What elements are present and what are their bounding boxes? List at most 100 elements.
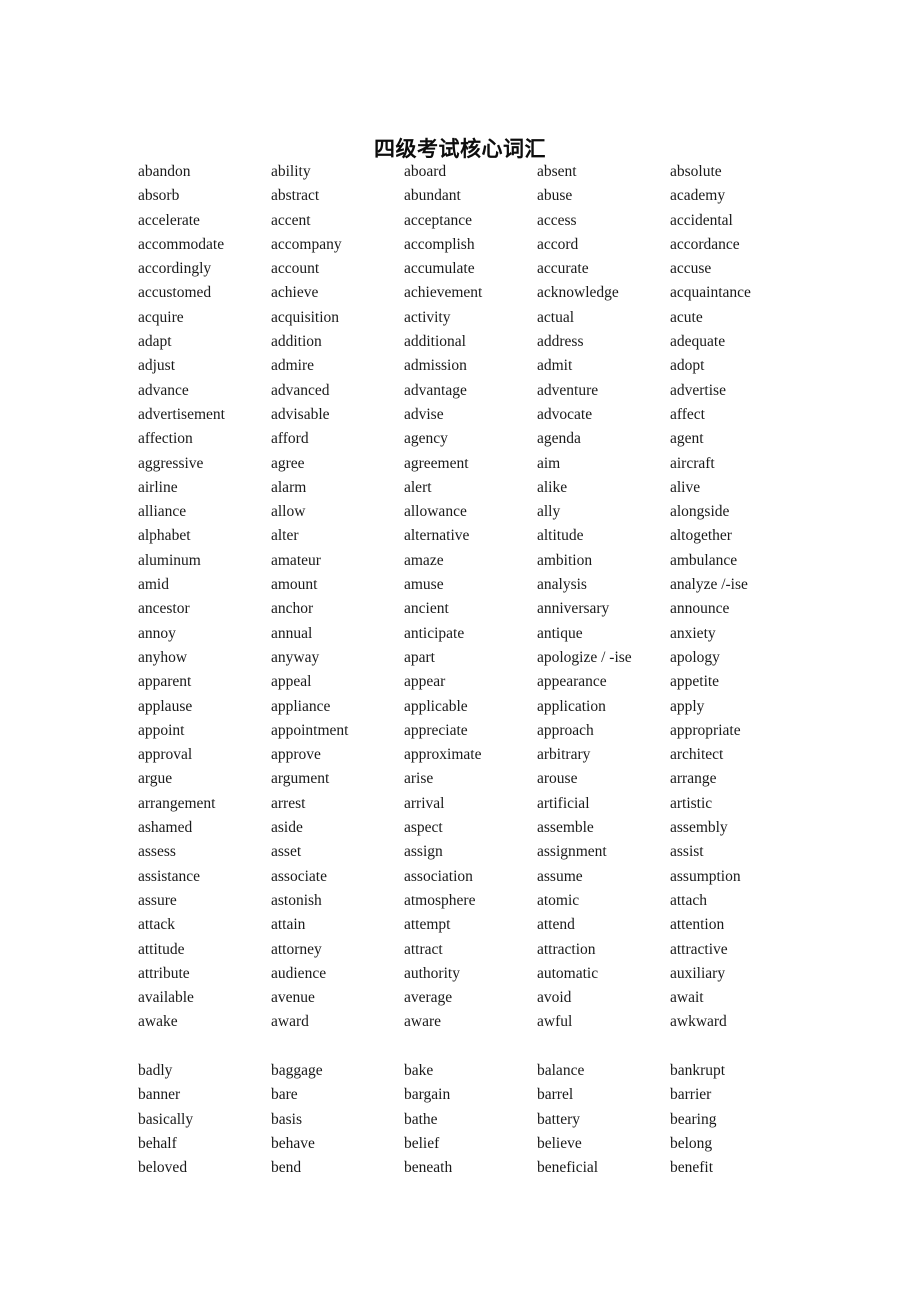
word-row: ashamed aside aspect assemble assembly (138, 816, 838, 840)
vocabulary-word: baggage (271, 1061, 323, 1079)
vocabulary-word: abandon (138, 163, 191, 180)
vocabulary-word: assign (404, 843, 443, 861)
word-row: amid amount amuse analysis analyze /-ise (138, 573, 838, 597)
word-row: arrangement arrest arrival artificial artist… (138, 792, 838, 816)
word-row: acquire acquisition activity actual acute (138, 306, 838, 330)
vocabulary-word: adjust (138, 357, 176, 375)
vocabulary-section-a: abandon ability aboard absent absolute absorb… (138, 160, 838, 1035)
vocabulary-word: attend (537, 916, 575, 934)
word-row: ancestor anchor ancient anniversary announce (138, 597, 838, 621)
word-row: applause appliance applicable application ap… (138, 695, 838, 719)
vocabulary-word: account (271, 260, 320, 278)
vocabulary-word: absolute (670, 163, 722, 180)
word-row: badly baggage bake balance bankrupt (138, 1059, 838, 1083)
vocabulary-word: advisable (271, 405, 330, 423)
vocabulary-word: barrel (537, 1086, 574, 1104)
vocabulary-word: advantage (404, 381, 467, 399)
vocabulary-word: apologize / -ise (537, 648, 632, 666)
vocabulary-word: activity (404, 308, 451, 326)
vocabulary-word: ability (271, 163, 311, 180)
vocabulary-word: ancient (404, 600, 449, 618)
vocabulary-word: admire (271, 357, 315, 375)
vocabulary-word-grid: abandon ability aboard absent absolute absorb… (138, 160, 838, 1180)
vocabulary-word: acquisition (271, 308, 340, 326)
vocabulary-word: advertisement (138, 405, 225, 423)
vocabulary-word: behave (271, 1134, 315, 1152)
vocabulary-word: academy (670, 187, 726, 205)
vocabulary-section-b: badly baggage bake balance bankrupt banner bar… (138, 1059, 838, 1180)
word-row: assess asset assign assignment assist (138, 840, 838, 864)
vocabulary-word: accomplish (404, 235, 475, 253)
vocabulary-word: atmosphere (404, 891, 476, 909)
vocabulary-word: afford (271, 430, 309, 448)
word-row: anyhow anyway apart apologize / -ise apology (138, 646, 838, 670)
vocabulary-word: attitude (138, 940, 185, 958)
vocabulary-word: aim (537, 454, 561, 472)
vocabulary-word: adequate (670, 333, 726, 351)
word-row: accordingly account accumulate accurate accu… (138, 257, 838, 281)
vocabulary-word: awake (138, 1013, 178, 1031)
vocabulary-word: awful (537, 1013, 573, 1031)
vocabulary-word: agree (271, 454, 305, 472)
vocabulary-word: aspect (404, 819, 443, 837)
vocabulary-word: benefit (670, 1159, 714, 1177)
vocabulary-word: aircraft (670, 454, 715, 472)
vocabulary-word: bend (271, 1159, 302, 1177)
word-row: absorb abstract abundant abuse academy (138, 184, 838, 208)
vocabulary-word: association (404, 867, 473, 885)
vocabulary-word: alive (670, 478, 701, 496)
vocabulary-word: acknowledge (537, 284, 619, 302)
vocabulary-word: amid (138, 576, 169, 594)
word-row: advertisement advisable advise advocate affe… (138, 403, 838, 427)
vocabulary-word: ambulance (670, 551, 738, 569)
word-row: behalf behave belief believe belong (138, 1132, 838, 1156)
vocabulary-word: airline (138, 478, 178, 496)
vocabulary-word: acquire (138, 308, 184, 326)
vocabulary-word: accurate (537, 260, 589, 278)
vocabulary-word: allow (271, 503, 306, 521)
word-row: awake award aware awful awkward (138, 1010, 838, 1034)
vocabulary-word: advertise (670, 381, 726, 399)
vocabulary-word: allowance (404, 503, 467, 521)
vocabulary-word: astonish (271, 891, 322, 909)
word-row: attack attain attempt attend attention (138, 913, 838, 937)
vocabulary-word: attach (670, 891, 708, 909)
vocabulary-word: await (670, 989, 704, 1007)
vocabulary-word: average (404, 989, 453, 1007)
vocabulary-word: attraction (537, 940, 596, 958)
word-row: accommodate accompany accomplish accord acco… (138, 233, 838, 257)
vocabulary-word: aggressive (138, 454, 204, 472)
word-row: beloved bend beneath beneficial benefit (138, 1156, 838, 1180)
vocabulary-word: admit (537, 357, 573, 375)
vocabulary-word: alongside (670, 503, 730, 521)
vocabulary-word: agreement (404, 454, 469, 472)
vocabulary-word: anchor (271, 600, 314, 618)
vocabulary-word: adapt (138, 333, 172, 351)
vocabulary-word: anxiety (670, 624, 716, 642)
vocabulary-word: attain (271, 916, 306, 934)
vocabulary-word: beneath (404, 1159, 453, 1177)
vocabulary-word: basically (138, 1110, 194, 1128)
vocabulary-word: assistance (138, 867, 200, 885)
vocabulary-word: attorney (271, 940, 322, 958)
word-row: apparent appeal appear appearance appetite (138, 670, 838, 694)
vocabulary-word: accent (271, 211, 311, 229)
vocabulary-word: atomic (537, 891, 580, 909)
vocabulary-word: abuse (537, 187, 573, 205)
vocabulary-word: beloved (138, 1159, 188, 1177)
vocabulary-word: absent (537, 163, 577, 180)
vocabulary-word: believe (537, 1134, 582, 1152)
vocabulary-word: appreciate (404, 721, 468, 739)
vocabulary-word: analysis (537, 576, 587, 594)
vocabulary-word: assumption (670, 867, 741, 885)
vocabulary-word: award (271, 1013, 309, 1031)
vocabulary-word: belief (404, 1134, 440, 1152)
vocabulary-word: behalf (138, 1134, 177, 1152)
vocabulary-word: ambition (537, 551, 593, 569)
vocabulary-word: artificial (537, 794, 590, 812)
vocabulary-word: argument (271, 770, 330, 788)
word-row: aggressive agree agreement aim aircraft (138, 452, 838, 476)
vocabulary-word: alter (271, 527, 299, 545)
vocabulary-word: attribute (138, 964, 190, 982)
vocabulary-word: aboard (404, 163, 447, 180)
